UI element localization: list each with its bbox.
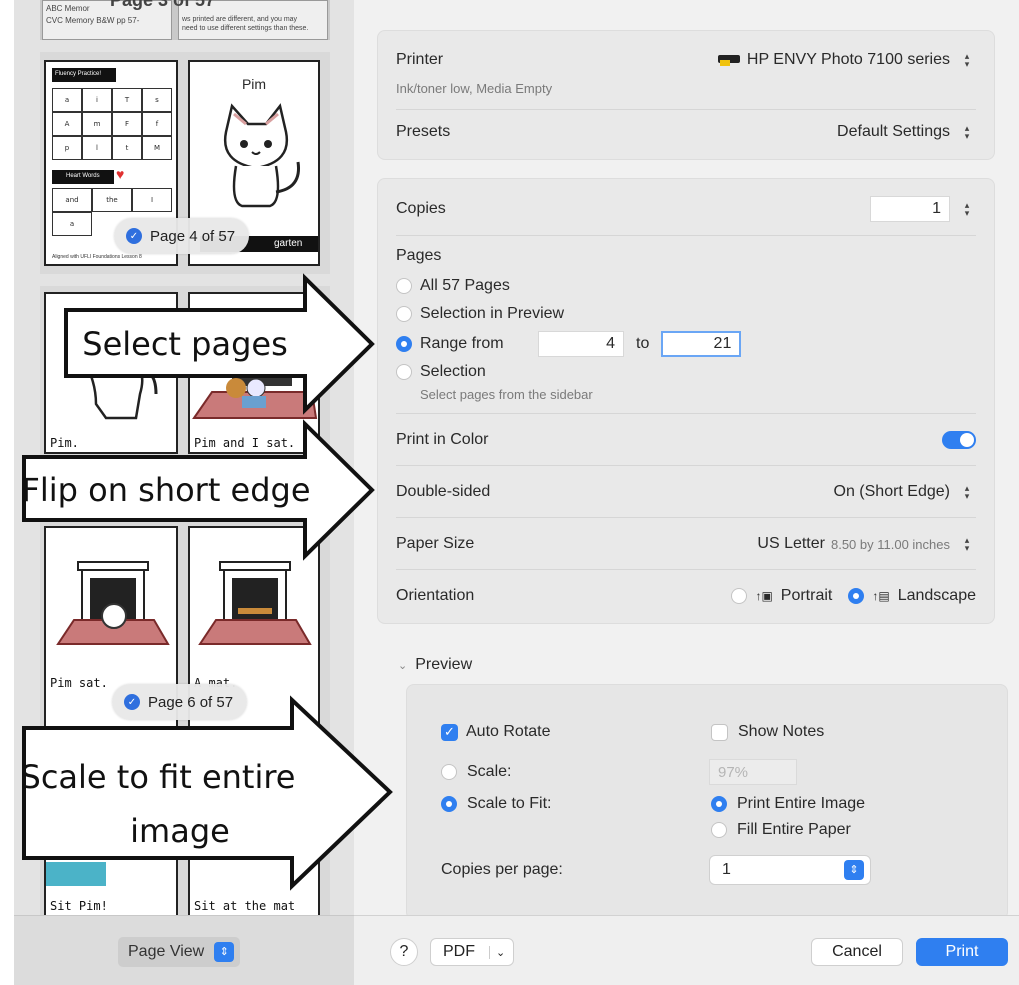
flip-text: Flip on short edge [21, 471, 310, 509]
select-pages-text: Select pages [82, 325, 287, 363]
scale-arrow: Scale to fit entire image [21, 695, 393, 891]
flip-arrow: Flip on short edge [21, 419, 375, 561]
scale-text-line2: image [130, 812, 230, 850]
select-pages-arrow: Select pages [64, 273, 375, 415]
scale-text-line1: Scale to fit entire [21, 758, 296, 796]
annotation-overlay: Select pages Flip on short edge Scale to… [21, 273, 393, 891]
